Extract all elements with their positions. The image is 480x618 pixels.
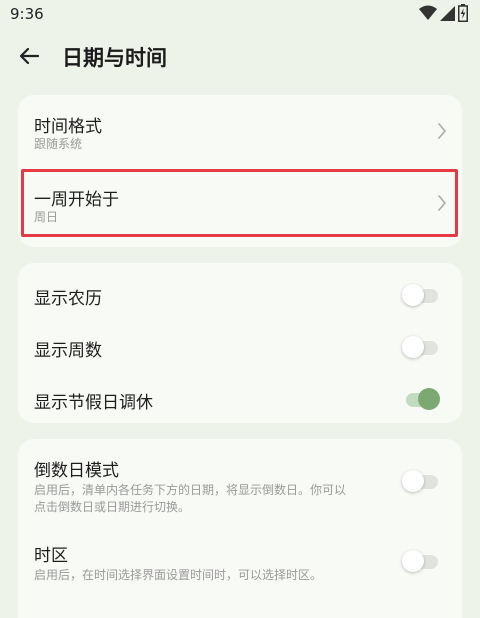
chevron-right-icon xyxy=(438,123,446,139)
show-week-number-row[interactable]: 显示周数 xyxy=(18,321,462,373)
timezone-row[interactable]: 时区 启用后，在时间选择界面设置时间时，可以选择时区。 xyxy=(18,533,462,593)
back-arrow-icon xyxy=(19,47,40,65)
advanced-settings-card: 倒数日模式 启用后，清单内各任务下方的日期，将显示倒数日。你可以 点击倒数日或日… xyxy=(18,439,462,618)
show-lunar-row[interactable]: 显示农历 xyxy=(18,269,462,321)
timezone-toggle[interactable] xyxy=(402,549,440,573)
countdown-mode-title: 倒数日模式 xyxy=(34,461,119,481)
show-week-number-title: 显示周数 xyxy=(34,341,102,361)
status-icons xyxy=(419,4,468,22)
countdown-mode-desc-line2: 点击倒数日或日期进行切换。 xyxy=(34,500,191,514)
timezone-title: 时区 xyxy=(34,546,68,566)
show-lunar-toggle[interactable] xyxy=(402,283,440,307)
show-holiday-row[interactable]: 显示节假日调休 xyxy=(18,373,462,425)
time-format-title: 时间格式 xyxy=(34,117,102,137)
status-time: 9:36 xyxy=(10,5,44,23)
back-button[interactable] xyxy=(14,40,46,72)
page-title: 日期与时间 xyxy=(62,46,167,70)
show-lunar-title: 显示农历 xyxy=(34,289,102,309)
timezone-desc: 启用后，在时间选择界面设置时间时，可以选择时区。 xyxy=(34,568,323,582)
wifi-icon xyxy=(419,5,437,20)
week-start-value: 周日 xyxy=(34,210,59,224)
countdown-mode-desc-line1: 启用后，清单内各任务下方的日期，将显示倒数日。你可以 xyxy=(34,483,347,497)
time-format-row[interactable]: 时间格式 跟随系统 xyxy=(18,95,462,167)
show-holiday-title: 显示节假日调休 xyxy=(34,393,153,413)
countdown-mode-toggle[interactable] xyxy=(402,469,440,493)
status-bar: 9:36 xyxy=(0,0,480,28)
week-start-title: 一周开始于 xyxy=(34,190,119,210)
signal-icon xyxy=(440,5,455,21)
show-holiday-toggle[interactable] xyxy=(402,387,440,411)
countdown-mode-row[interactable]: 倒数日模式 启用后，清单内各任务下方的日期，将显示倒数日。你可以 点击倒数日或日… xyxy=(18,439,462,527)
chevron-right-icon xyxy=(438,195,446,211)
week-start-row[interactable]: 一周开始于 周日 xyxy=(18,167,462,239)
format-settings-card: 时间格式 跟随系统 一周开始于 周日 xyxy=(18,95,462,247)
battery-icon xyxy=(458,4,468,22)
show-week-number-toggle[interactable] xyxy=(402,335,440,359)
display-settings-card: 显示农历 显示周数 显示节假日调休 xyxy=(18,263,462,423)
app-bar: 日期与时间 xyxy=(0,34,480,78)
time-format-value: 跟随系统 xyxy=(34,137,83,151)
